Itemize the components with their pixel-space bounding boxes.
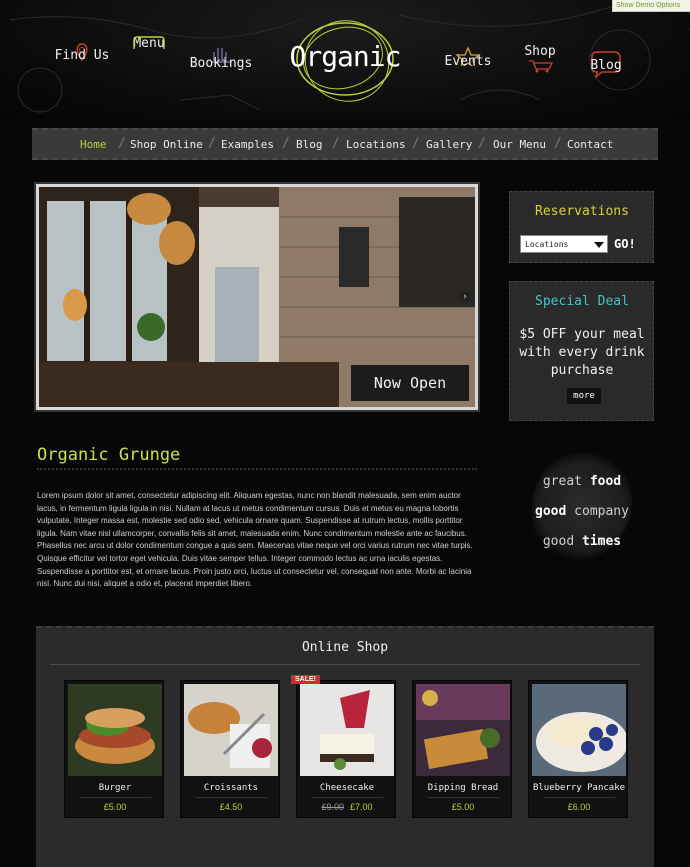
nav-separator: /	[208, 136, 216, 151]
online-shop-divider	[50, 664, 640, 665]
special-deal-more-button[interactable]: more	[567, 388, 601, 404]
price-current: £7.00	[350, 802, 373, 812]
location-select-value: Locations	[525, 240, 569, 249]
product-name: Blueberry Pancake	[532, 783, 626, 793]
slogan-word: good	[542, 534, 575, 549]
product-image	[68, 684, 162, 776]
main-navigation: Home / Shop Online / Examples / Blog / L…	[32, 128, 658, 160]
intro-divider	[37, 468, 477, 470]
sale-badge: SALE!	[291, 675, 320, 684]
cart-icon	[529, 60, 554, 73]
price-current: £6.00	[567, 802, 591, 812]
product-price: £5.00	[413, 802, 513, 812]
product-price: £9.00 £7.00	[297, 802, 397, 812]
product-card[interactable]: Dipping Bread £5.00	[412, 680, 512, 818]
slide-caption: Now Open	[351, 365, 469, 401]
product-image	[416, 684, 510, 776]
price-current: £5.00	[103, 802, 127, 812]
special-deal-widget: Special Deal $5 OFF your meal with every…	[509, 281, 654, 421]
top-nav-menu[interactable]: Menu	[124, 36, 174, 51]
top-nav-bookings[interactable]: Bookings	[188, 44, 254, 79]
intro-text: Lorem ipsum dolor sit amet, consectetur …	[37, 491, 473, 589]
logo-text: Organic	[289, 40, 401, 73]
top-nav-find-us-label: Find Us	[54, 48, 110, 63]
special-deal-text: $5 OFF your meal with every drink purcha…	[519, 327, 645, 378]
nav-home[interactable]: Home	[80, 138, 107, 151]
top-nav-events-label: Events	[444, 54, 492, 69]
nav-examples[interactable]: Examples	[221, 138, 274, 151]
nav-separator: /	[332, 136, 340, 151]
slogan-line-2: good company	[512, 504, 652, 519]
reservations-title: Reservations	[535, 204, 629, 219]
nav-our-menu[interactable]: Our Menu	[493, 138, 546, 151]
product-price: £6.00	[529, 802, 629, 812]
product-image	[532, 684, 626, 776]
hero-image: Now Open ›	[39, 187, 475, 407]
slogan-line-3: good times	[512, 534, 652, 549]
intro-title: Organic Grunge	[37, 445, 181, 465]
demo-options-label: Show Demo Options	[616, 2, 681, 9]
product-divider	[79, 797, 151, 798]
product-card[interactable]: Blueberry Pancake £6.00	[528, 680, 628, 818]
nav-separator: /	[554, 136, 562, 151]
online-shop-title: Online Shop	[301, 640, 389, 655]
location-select[interactable]: Locations	[520, 235, 608, 253]
special-deal-title: Special Deal	[535, 294, 629, 309]
product-image	[184, 684, 278, 776]
product-name: Dipping Bread	[427, 783, 499, 793]
product-divider	[195, 797, 267, 798]
product-image	[300, 684, 394, 776]
reservations-widget: Reservations Locations GO!	[509, 191, 654, 263]
nav-locations[interactable]: Locations	[346, 138, 406, 151]
product-price: £4.50	[181, 802, 281, 812]
top-nav-find-us[interactable]: Find Us	[52, 42, 112, 77]
product-name: Burger	[98, 783, 132, 793]
top-nav-bookings-label: Bookings	[189, 56, 253, 71]
hero-slider[interactable]: Now Open ›	[36, 184, 478, 410]
slogan-word: great	[542, 474, 582, 489]
product-card[interactable]: Burger £5.00	[64, 680, 164, 818]
price-current: £4.50	[219, 802, 243, 812]
top-nav-blog[interactable]: Blog	[584, 50, 628, 78]
show-demo-options-button[interactable]: Show Demo Options	[612, 0, 690, 12]
price-old: £9.00	[321, 802, 344, 812]
online-shop-section: Online Shop Burger £5.00 Croissants £4.5…	[36, 626, 654, 867]
slogan-word: good	[535, 504, 567, 519]
nav-separator: /	[478, 136, 486, 151]
site-logo[interactable]: Organic	[275, 14, 415, 104]
product-card[interactable]: SALE! Cheesecake £9.00 £7.00	[291, 675, 397, 818]
slogan-word: times	[582, 534, 622, 549]
product-divider	[427, 797, 499, 798]
top-nav-shop[interactable]: Shop	[516, 44, 564, 73]
product-name: Cheesecake	[319, 783, 375, 793]
reservations-go-button[interactable]: GO!	[614, 237, 636, 251]
slogan-word: food	[589, 474, 622, 489]
nav-blog[interactable]: Blog	[296, 138, 323, 151]
chevron-down-icon	[594, 242, 604, 248]
nav-shop-online[interactable]: Shop Online	[130, 138, 203, 151]
product-name: Croissants	[203, 783, 259, 793]
top-nav-shop-label: Shop	[524, 44, 556, 59]
nav-contact[interactable]: Contact	[567, 138, 613, 151]
product-divider	[311, 797, 383, 798]
product-divider	[543, 797, 615, 798]
product-card[interactable]: Croissants £4.50	[180, 680, 280, 818]
slider-next-button[interactable]: ›	[459, 291, 471, 303]
nav-separator: /	[412, 136, 420, 151]
nav-gallery[interactable]: Gallery	[426, 138, 472, 151]
product-price: £5.00	[65, 802, 165, 812]
slogan-badge: great food good company good times	[512, 446, 652, 566]
top-nav-events[interactable]: Events	[440, 46, 496, 81]
top-nav-blog-label: Blog	[590, 58, 622, 73]
price-current: £5.00	[451, 802, 475, 812]
nav-separator: /	[118, 136, 126, 151]
nav-separator: /	[282, 136, 290, 151]
slogan-word: company	[574, 504, 629, 519]
slogan-line-1: great food	[512, 474, 652, 489]
